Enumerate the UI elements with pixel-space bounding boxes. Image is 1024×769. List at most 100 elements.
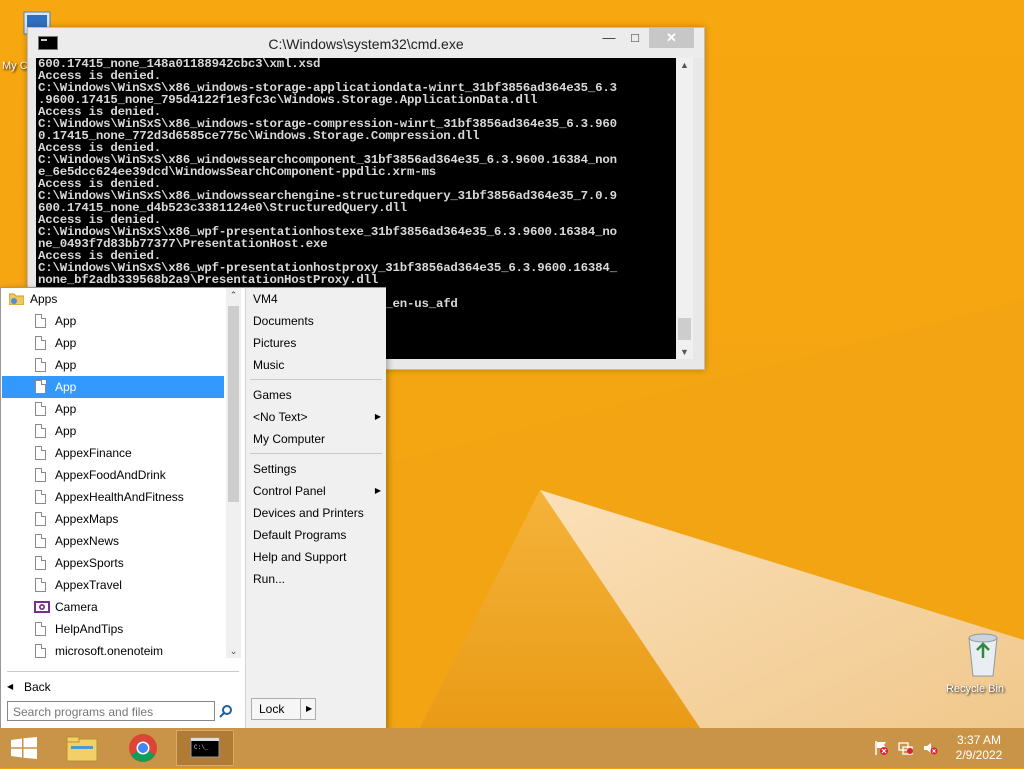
program-item[interactable]: AppexNews xyxy=(2,530,224,552)
places-item-games[interactable]: Games xyxy=(253,384,381,406)
program-item[interactable]: AppexFinance xyxy=(2,442,224,464)
lock-button[interactable]: Lock ▶ xyxy=(251,698,316,720)
program-item[interactable]: AppexFoodAndDrink xyxy=(2,464,224,486)
minimize-button[interactable]: — xyxy=(596,28,622,48)
app-document-icon xyxy=(35,424,46,438)
console-output: 600.17415_none_148a01188942cbc3\xml.xsd A… xyxy=(36,58,676,310)
desktop-icon-label: My C xyxy=(2,60,28,72)
places-item-label: <No Text> xyxy=(253,410,308,424)
back-arrow-icon: ◀ xyxy=(7,682,14,691)
program-item[interactable]: App xyxy=(2,398,224,420)
program-item[interactable]: AppexMaps xyxy=(2,508,224,530)
program-item[interactable]: App xyxy=(2,332,224,354)
start-menu-programs: Apps App App App App App App AppexFinance Appex… xyxy=(1,288,244,729)
taskbar-cmd[interactable]: C:\_ xyxy=(176,730,234,766)
places-item-control-panel[interactable]: Control Panel ▶ xyxy=(253,480,381,502)
lock-options-arrow-icon[interactable]: ▶ xyxy=(306,704,312,713)
submenu-arrow-icon: ▶ xyxy=(374,486,381,495)
places-item-vm4[interactable]: VM4 xyxy=(253,288,381,310)
back-label: Back xyxy=(24,680,51,694)
cmd-icon: C:\_ xyxy=(190,737,220,758)
scroll-up-icon[interactable]: ▲ xyxy=(676,58,693,72)
desktop-icon-recycle-bin[interactable]: Recycle Bin xyxy=(940,630,1010,695)
places-item-label: Default Programs xyxy=(253,528,347,542)
program-item-label: App xyxy=(55,314,77,328)
program-item[interactable]: App xyxy=(2,354,224,376)
program-item[interactable]: AppexHealthAndFitness xyxy=(2,486,224,508)
scroll-thumb[interactable] xyxy=(678,318,691,340)
apps-folder-label: Apps xyxy=(30,292,58,306)
lock-label: Lock xyxy=(259,702,285,716)
places-item-help-and-support[interactable]: Help and Support xyxy=(253,546,381,568)
program-item[interactable]: HelpAndTips xyxy=(2,618,224,640)
places-item-label: Games xyxy=(253,388,292,402)
cmd-titlebar[interactable]: C:\Windows\system32\cmd.exe — □ ✕ xyxy=(28,28,704,58)
clock-date: 2/9/2022 xyxy=(955,748,1003,762)
places-item-label: Settings xyxy=(253,462,297,476)
app-document-icon xyxy=(35,380,46,394)
program-item-label: HelpAndTips xyxy=(55,622,124,636)
places-item-music[interactable]: Music xyxy=(253,354,381,376)
app-document-icon xyxy=(35,314,46,328)
camera-icon xyxy=(34,601,50,613)
program-item[interactable]: microsoft.onenoteim xyxy=(2,640,224,662)
search-icon[interactable] xyxy=(219,704,233,718)
program-item[interactable]: AppexTravel xyxy=(2,574,224,596)
action-center-flag-icon[interactable] xyxy=(873,740,889,756)
places-item-settings[interactable]: Settings xyxy=(253,458,381,480)
start-menu[interactable]: Apps App App App App App App AppexFinance Appex… xyxy=(0,287,386,730)
program-item-label: AppexNews xyxy=(55,534,120,548)
recycle-bin-icon xyxy=(967,633,998,677)
maximize-button[interactable]: □ xyxy=(622,28,648,48)
places-item-label: Control Panel xyxy=(253,484,326,498)
program-item-label: App xyxy=(55,336,77,350)
scroll-thumb[interactable] xyxy=(228,306,239,502)
apps-folder[interactable]: Apps xyxy=(2,288,224,310)
places-item-documents[interactable]: Documents xyxy=(253,310,381,332)
places-item-label: Documents xyxy=(253,314,314,328)
app-document-icon xyxy=(35,512,46,526)
app-document-icon xyxy=(35,468,46,482)
program-item[interactable]: App xyxy=(2,420,224,442)
program-item-label: microsoft.onenoteim xyxy=(55,644,164,658)
scroll-down-icon[interactable]: ▼ xyxy=(676,345,693,359)
program-item[interactable]: App xyxy=(2,376,224,398)
app-document-icon xyxy=(35,490,46,504)
places-item-my-computer[interactable]: My Computer xyxy=(253,428,381,450)
places-item-label: Pictures xyxy=(253,336,297,350)
places-item-run[interactable]: Run... xyxy=(253,568,381,590)
start-button[interactable] xyxy=(9,737,39,759)
scroll-up-icon[interactable]: ⌃ xyxy=(226,288,241,302)
scroll-down-icon[interactable]: ⌄ xyxy=(226,644,241,658)
program-item-label: Camera xyxy=(55,600,98,614)
places-item-label: Devices and Printers xyxy=(253,506,364,520)
programs-scrollbar[interactable]: ⌃ ⌄ xyxy=(226,288,241,658)
places-item-devices-and-printers[interactable]: Devices and Printers xyxy=(253,502,381,524)
volume-muted-icon[interactable] xyxy=(922,740,938,756)
program-item-label: AppexSports xyxy=(55,556,124,570)
app-document-icon xyxy=(35,534,46,548)
places-item-default-programs[interactable]: Default Programs xyxy=(253,524,381,546)
places-item-label: Run... xyxy=(253,572,286,586)
places-item-label: Help and Support xyxy=(253,550,347,564)
program-item[interactable]: Camera xyxy=(2,596,224,618)
cmd-scrollbar[interactable]: ▲ ▼ xyxy=(676,58,693,359)
program-item[interactable]: App xyxy=(2,310,224,332)
clock[interactable]: 3:37 AM 2/9/2022 xyxy=(948,733,1010,763)
folder-icon xyxy=(66,736,98,762)
app-document-icon xyxy=(35,578,46,592)
network-icon[interactable] xyxy=(898,740,914,756)
search-input[interactable]: Search programs and files xyxy=(7,701,215,721)
program-item-label: App xyxy=(55,358,77,372)
divider xyxy=(250,453,382,454)
places-item-label: VM4 xyxy=(253,292,278,306)
places-item-no-text[interactable]: <No Text> ▶ xyxy=(253,406,381,428)
start-menu-places: VM4 Documents Pictures Music Games <No Text> ▶… xyxy=(245,288,386,729)
places-item-pictures[interactable]: Pictures xyxy=(253,332,381,354)
back-button[interactable]: ◀ Back xyxy=(1,676,241,698)
program-item[interactable]: AppexSports xyxy=(2,552,224,574)
close-button[interactable]: ✕ xyxy=(649,28,694,48)
svg-text:C:\_: C:\_ xyxy=(194,744,209,751)
taskbar-file-explorer[interactable] xyxy=(52,730,110,766)
taskbar-chrome[interactable] xyxy=(114,730,172,766)
